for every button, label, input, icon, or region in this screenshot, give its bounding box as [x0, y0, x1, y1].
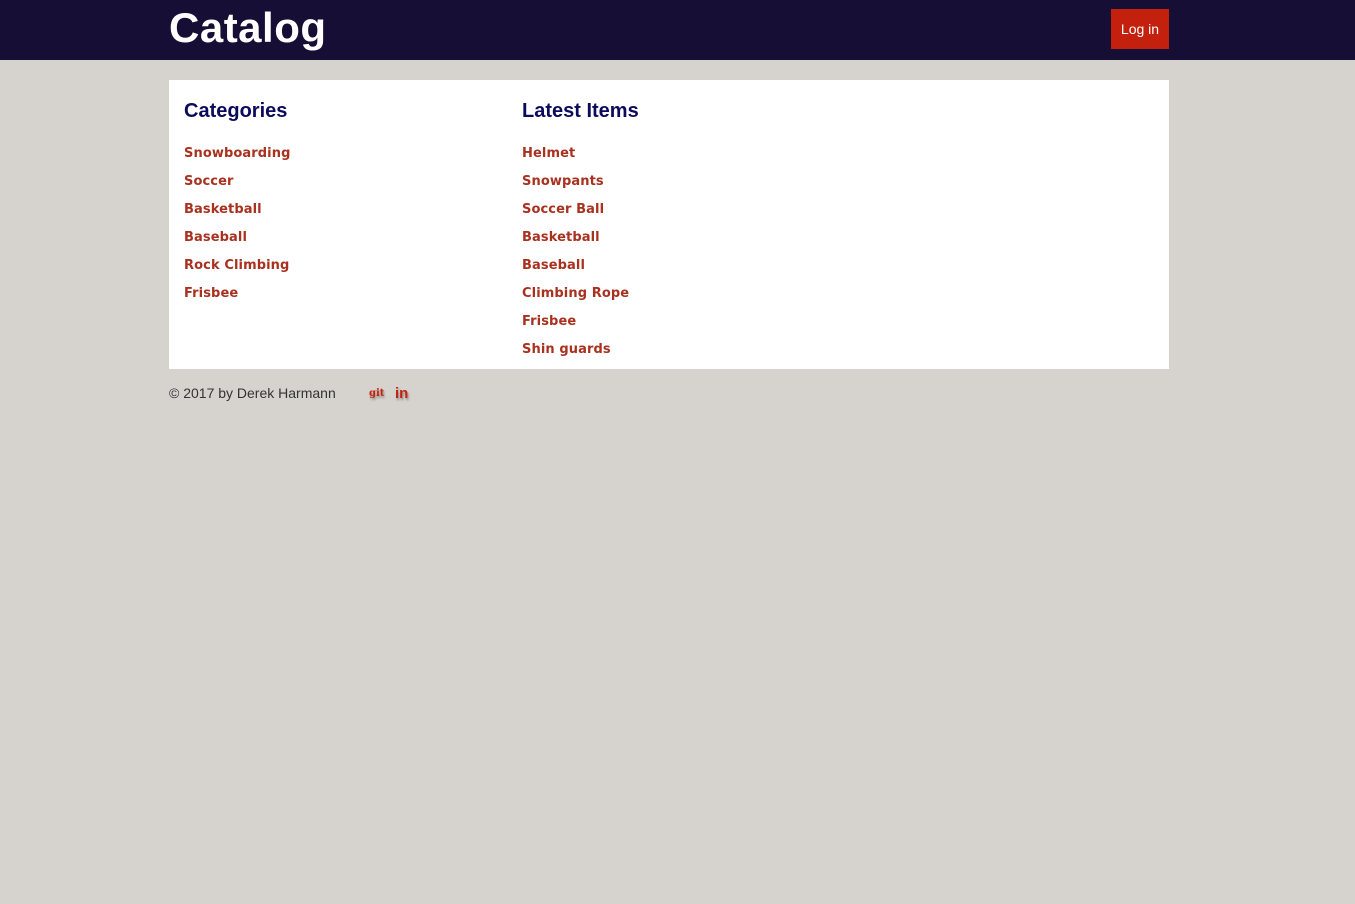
item-link-snowpants[interactable]: Snowpants — [522, 174, 604, 189]
latest-items-heading: Latest Items — [522, 100, 639, 122]
list-item: Soccer Ball — [522, 200, 629, 228]
list-item: Climbing Rope — [522, 284, 629, 312]
item-link-helmet[interactable]: Helmet — [522, 146, 575, 161]
login-button[interactable]: Log in — [1111, 9, 1169, 49]
copyright-text: © 2017 by Derek Harmann — [169, 385, 336, 401]
item-link-soccer-ball[interactable]: Soccer Ball — [522, 202, 604, 217]
category-link-rock-climbing[interactable]: Rock Climbing — [184, 258, 289, 273]
category-link-baseball[interactable]: Baseball — [184, 230, 247, 245]
item-link-basketball[interactable]: Basketball — [522, 230, 600, 245]
linkedin-icon[interactable]: in — [395, 385, 408, 403]
site-brand[interactable]: Catalog — [169, 4, 327, 52]
list-item: Basketball — [522, 228, 629, 256]
list-item: Baseball — [184, 228, 291, 256]
category-link-snowboarding[interactable]: Snowboarding — [184, 146, 291, 161]
list-item: Snowpants — [522, 172, 629, 200]
categories-list: Snowboarding Soccer Basketball Baseball … — [184, 144, 291, 312]
category-link-soccer[interactable]: Soccer — [184, 174, 234, 189]
category-link-frisbee[interactable]: Frisbee — [184, 286, 238, 301]
top-navbar: Catalog Log in — [0, 0, 1355, 60]
list-item: Basketball — [184, 200, 291, 228]
item-link-climbing-rope[interactable]: Climbing Rope — [522, 286, 629, 301]
list-item: Soccer — [184, 172, 291, 200]
categories-heading: Categories — [184, 100, 288, 122]
list-item: Frisbee — [522, 312, 629, 340]
content-panel: Categories Snowboarding Soccer Basketbal… — [169, 80, 1169, 369]
list-item: Frisbee — [184, 284, 291, 312]
item-link-shin-guards[interactable]: Shin guards — [522, 342, 611, 357]
category-link-basketball[interactable]: Basketball — [184, 202, 262, 217]
latest-items-list: Helmet Snowpants Soccer Ball Basketball … — [522, 144, 629, 368]
list-item: Rock Climbing — [184, 256, 291, 284]
list-item: Snowboarding — [184, 144, 291, 172]
git-icon[interactable]: git — [369, 385, 384, 403]
list-item: Helmet — [522, 144, 629, 172]
list-item: Baseball — [522, 256, 629, 284]
list-item: Shin guards — [522, 340, 629, 368]
item-link-frisbee[interactable]: Frisbee — [522, 314, 576, 329]
item-link-baseball[interactable]: Baseball — [522, 258, 585, 273]
